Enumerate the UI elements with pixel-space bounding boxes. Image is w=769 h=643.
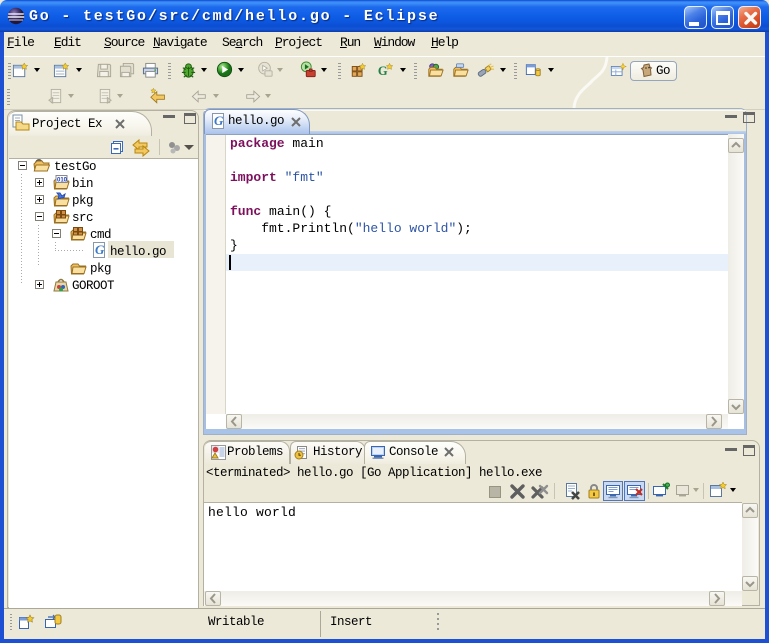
svg-text:G: G <box>378 64 388 78</box>
svg-text:010: 010 <box>57 178 68 184</box>
svg-text:G: G <box>214 113 224 128</box>
